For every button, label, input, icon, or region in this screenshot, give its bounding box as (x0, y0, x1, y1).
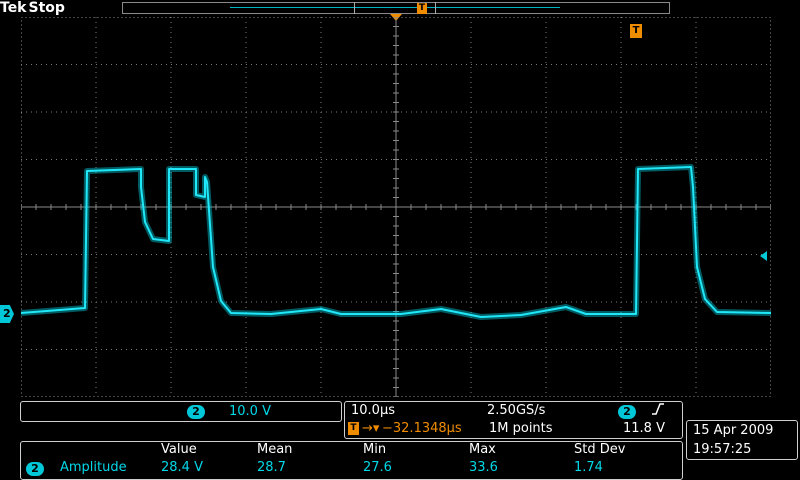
time: 19:57:25 (693, 442, 752, 457)
trigger-delay-icon: T (348, 422, 359, 435)
brand-logo: Tek (0, 0, 27, 16)
measurement-readout[interactable]: Value Mean Min Max Std Dev 2 Amplitude 2… (20, 441, 683, 480)
measurement-mean: 28.7 (257, 460, 286, 475)
trigger-source-badge: 2 (618, 405, 636, 419)
record-trigger-icon: T (417, 3, 427, 14)
measurement-std-dev: 1.74 (574, 460, 603, 475)
timebase-readout[interactable]: 10.0µs 2.50GS/s 2 T →▾ −32.1348µs 1M poi… (344, 401, 683, 439)
measurement-min: 27.6 (363, 460, 392, 475)
trigger-level: 11.8 V (623, 421, 665, 436)
horizontal-delay: −32.1348µs (382, 421, 462, 436)
measurement-value: 28.4 V (161, 460, 203, 475)
measurement-header: Value (161, 442, 197, 457)
record-length: 1M points (489, 421, 553, 436)
rising-edge-icon (651, 402, 665, 420)
sample-rate: 2.50GS/s (487, 403, 546, 418)
datetime-readout: 15 Apr 2009 19:57:25 (686, 420, 798, 460)
measurement-header: Std Dev (574, 442, 626, 457)
channel-2-ground-marker-icon[interactable]: 2 (0, 305, 14, 323)
channel-readout[interactable]: 2 10.0 V (20, 401, 342, 422)
horizontal-scale: 10.0µs (351, 403, 395, 418)
graticule-center-axes (21, 17, 771, 397)
measurement-header: Mean (257, 442, 293, 457)
measurement-source-badge: 2 (26, 462, 44, 476)
trigger-level-arrow-icon[interactable] (760, 251, 767, 261)
acquisition-state: Stop (28, 0, 65, 16)
delay-arrow-icon: →▾ (362, 421, 380, 436)
channel-scale: 10.0 V (229, 404, 271, 419)
measurement-header: Max (469, 442, 496, 457)
graticule-display[interactable] (21, 17, 771, 397)
measurement-max: 33.6 (469, 460, 498, 475)
channel-2-badge: 2 (187, 405, 205, 419)
date: 15 Apr 2009 (693, 423, 774, 438)
measurement-header: Min (363, 442, 387, 457)
brand-status: Tek Stop (0, 0, 65, 16)
measurement-name: Amplitude (60, 460, 127, 475)
